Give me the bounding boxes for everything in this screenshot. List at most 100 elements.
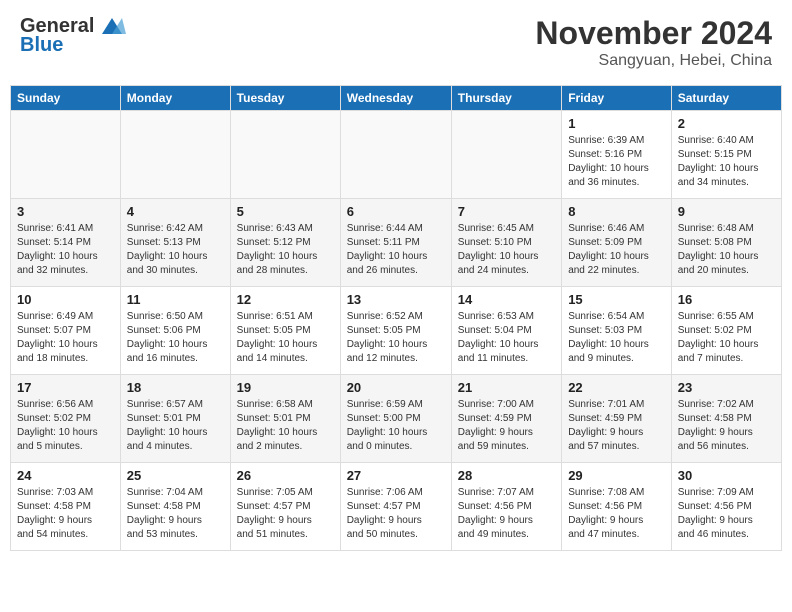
day-number: 13 <box>347 292 445 307</box>
calendar-cell: 26 Sunrise: 7:05 AM Sunset: 4:57 PM Dayli… <box>230 463 340 551</box>
day-info: Sunrise: 6:39 AM Sunset: 5:16 PM Dayligh… <box>568 134 665 190</box>
day-info: Sunrise: 6:46 AM Sunset: 5:09 PM Dayligh… <box>568 222 665 278</box>
day-info: Sunrise: 6:55 AM Sunset: 5:02 PM Dayligh… <box>678 310 775 366</box>
calendar-week-row: 3 Sunrise: 6:41 AM Sunset: 5:14 PM Daylig… <box>11 199 782 287</box>
calendar-cell: 22 Sunrise: 7:01 AM Sunset: 4:59 PM Dayli… <box>562 375 672 463</box>
calendar-cell: 27 Sunrise: 7:06 AM Sunset: 4:57 PM Dayli… <box>340 463 451 551</box>
day-number: 11 <box>127 292 224 307</box>
calendar-cell: 28 Sunrise: 7:07 AM Sunset: 4:56 PM Dayli… <box>451 463 561 551</box>
calendar-cell <box>230 111 340 199</box>
day-info: Sunrise: 7:05 AM Sunset: 4:57 PM Dayligh… <box>237 486 334 542</box>
calendar-cell: 14 Sunrise: 6:53 AM Sunset: 5:04 PM Dayli… <box>451 287 561 375</box>
month-title: November 2024 <box>535 15 772 52</box>
day-number: 5 <box>237 204 334 219</box>
calendar-cell <box>11 111 121 199</box>
day-info: Sunrise: 6:59 AM Sunset: 5:00 PM Dayligh… <box>347 398 445 454</box>
calendar-cell: 7 Sunrise: 6:45 AM Sunset: 5:10 PM Daylig… <box>451 199 561 287</box>
calendar-cell: 5 Sunrise: 6:43 AM Sunset: 5:12 PM Daylig… <box>230 199 340 287</box>
calendar-week-row: 1 Sunrise: 6:39 AM Sunset: 5:16 PM Daylig… <box>11 111 782 199</box>
title-block: November 2024 Sangyuan, Hebei, China <box>535 15 772 70</box>
day-number: 22 <box>568 380 665 395</box>
day-info: Sunrise: 7:02 AM Sunset: 4:58 PM Dayligh… <box>678 398 775 454</box>
calendar-cell: 20 Sunrise: 6:59 AM Sunset: 5:00 PM Dayli… <box>340 375 451 463</box>
day-number: 30 <box>678 468 775 483</box>
day-info: Sunrise: 7:04 AM Sunset: 4:58 PM Dayligh… <box>127 486 224 542</box>
day-info: Sunrise: 6:44 AM Sunset: 5:11 PM Dayligh… <box>347 222 445 278</box>
day-info: Sunrise: 7:07 AM Sunset: 4:56 PM Dayligh… <box>458 486 555 542</box>
weekday-header-saturday: Saturday <box>671 86 781 111</box>
day-number: 25 <box>127 468 224 483</box>
calendar-cell: 3 Sunrise: 6:41 AM Sunset: 5:14 PM Daylig… <box>11 199 121 287</box>
day-info: Sunrise: 7:06 AM Sunset: 4:57 PM Dayligh… <box>347 486 445 542</box>
day-info: Sunrise: 6:41 AM Sunset: 5:14 PM Dayligh… <box>17 222 114 278</box>
calendar-week-row: 24 Sunrise: 7:03 AM Sunset: 4:58 PM Dayli… <box>11 463 782 551</box>
weekday-header-monday: Monday <box>120 86 230 111</box>
calendar-cell <box>340 111 451 199</box>
weekday-header-thursday: Thursday <box>451 86 561 111</box>
calendar-cell: 8 Sunrise: 6:46 AM Sunset: 5:09 PM Daylig… <box>562 199 672 287</box>
weekday-header-tuesday: Tuesday <box>230 86 340 111</box>
day-number: 12 <box>237 292 334 307</box>
calendar-table: SundayMondayTuesdayWednesdayThursdayFrid… <box>10 85 782 551</box>
calendar-cell: 9 Sunrise: 6:48 AM Sunset: 5:08 PM Daylig… <box>671 199 781 287</box>
day-number: 8 <box>568 204 665 219</box>
day-number: 21 <box>458 380 555 395</box>
day-number: 4 <box>127 204 224 219</box>
calendar-cell: 4 Sunrise: 6:42 AM Sunset: 5:13 PM Daylig… <box>120 199 230 287</box>
calendar-cell <box>120 111 230 199</box>
page-header: General Blue November 2024 Sangyuan, Heb… <box>10 10 782 75</box>
day-info: Sunrise: 6:45 AM Sunset: 5:10 PM Dayligh… <box>458 222 555 278</box>
day-info: Sunrise: 6:51 AM Sunset: 5:05 PM Dayligh… <box>237 310 334 366</box>
day-number: 23 <box>678 380 775 395</box>
logo: General Blue <box>20 15 126 57</box>
day-info: Sunrise: 6:43 AM Sunset: 5:12 PM Dayligh… <box>237 222 334 278</box>
calendar-cell: 19 Sunrise: 6:58 AM Sunset: 5:01 PM Dayli… <box>230 375 340 463</box>
day-number: 16 <box>678 292 775 307</box>
calendar-cell: 12 Sunrise: 6:51 AM Sunset: 5:05 PM Dayli… <box>230 287 340 375</box>
day-number: 3 <box>17 204 114 219</box>
day-number: 20 <box>347 380 445 395</box>
calendar-cell: 23 Sunrise: 7:02 AM Sunset: 4:58 PM Dayli… <box>671 375 781 463</box>
calendar-cell: 15 Sunrise: 6:54 AM Sunset: 5:03 PM Dayli… <box>562 287 672 375</box>
day-info: Sunrise: 6:56 AM Sunset: 5:02 PM Dayligh… <box>17 398 114 454</box>
day-info: Sunrise: 7:01 AM Sunset: 4:59 PM Dayligh… <box>568 398 665 454</box>
day-info: Sunrise: 6:40 AM Sunset: 5:15 PM Dayligh… <box>678 134 775 190</box>
day-number: 19 <box>237 380 334 395</box>
calendar-cell: 21Sunrise: 7:00 AM Sunset: 4:59 PM Dayli… <box>451 375 561 463</box>
day-number: 24 <box>17 468 114 483</box>
calendar-cell: 13 Sunrise: 6:52 AM Sunset: 5:05 PM Dayli… <box>340 287 451 375</box>
day-number: 7 <box>458 204 555 219</box>
day-info: Sunrise: 6:42 AM Sunset: 5:13 PM Dayligh… <box>127 222 224 278</box>
weekday-header-row: SundayMondayTuesdayWednesdayThursdayFrid… <box>11 86 782 111</box>
logo-blue-text: Blue <box>20 34 63 57</box>
day-number: 27 <box>347 468 445 483</box>
calendar-cell <box>451 111 561 199</box>
calendar-week-row: 10 Sunrise: 6:49 AM Sunset: 5:07 PM Dayli… <box>11 287 782 375</box>
calendar-cell: 30Sunrise: 7:09 AM Sunset: 4:56 PM Dayli… <box>671 463 781 551</box>
day-number: 18 <box>127 380 224 395</box>
weekday-header-friday: Friday <box>562 86 672 111</box>
calendar-cell: 10 Sunrise: 6:49 AM Sunset: 5:07 PM Dayli… <box>11 287 121 375</box>
day-number: 14 <box>458 292 555 307</box>
day-number: 10 <box>17 292 114 307</box>
weekday-header-wednesday: Wednesday <box>340 86 451 111</box>
day-number: 26 <box>237 468 334 483</box>
day-number: 15 <box>568 292 665 307</box>
calendar-week-row: 17Sunrise: 6:56 AM Sunset: 5:02 PM Dayli… <box>11 375 782 463</box>
day-info: Sunrise: 6:52 AM Sunset: 5:05 PM Dayligh… <box>347 310 445 366</box>
day-info: Sunrise: 6:53 AM Sunset: 5:04 PM Dayligh… <box>458 310 555 366</box>
day-info: Sunrise: 7:03 AM Sunset: 4:58 PM Dayligh… <box>17 486 114 542</box>
day-number: 2 <box>678 116 775 131</box>
day-number: 1 <box>568 116 665 131</box>
day-number: 9 <box>678 204 775 219</box>
calendar-cell: 25 Sunrise: 7:04 AM Sunset: 4:58 PM Dayli… <box>120 463 230 551</box>
calendar-cell: 16 Sunrise: 6:55 AM Sunset: 5:02 PM Dayli… <box>671 287 781 375</box>
day-number: 29 <box>568 468 665 483</box>
day-info: Sunrise: 6:58 AM Sunset: 5:01 PM Dayligh… <box>237 398 334 454</box>
day-number: 28 <box>458 468 555 483</box>
day-info: Sunrise: 6:54 AM Sunset: 5:03 PM Dayligh… <box>568 310 665 366</box>
logo-icon <box>98 16 126 38</box>
day-info: Sunrise: 6:49 AM Sunset: 5:07 PM Dayligh… <box>17 310 114 366</box>
day-info: Sunrise: 6:48 AM Sunset: 5:08 PM Dayligh… <box>678 222 775 278</box>
calendar-cell: 11Sunrise: 6:50 AM Sunset: 5:06 PM Dayli… <box>120 287 230 375</box>
